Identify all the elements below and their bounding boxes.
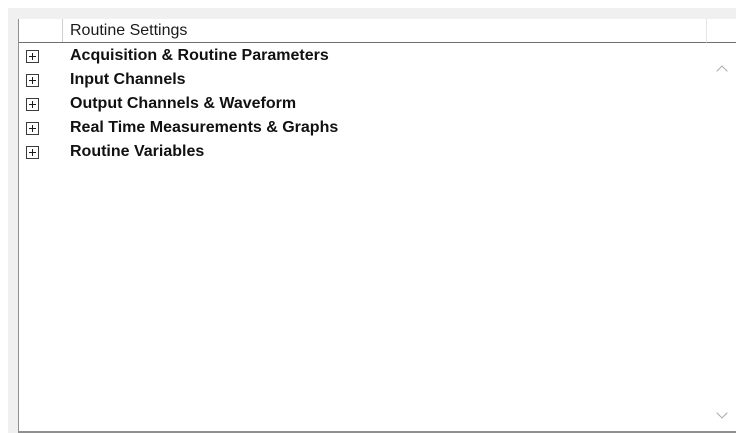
tree-item-label: Output Channels & Waveform [70,95,297,112]
tree-item-label: Input Channels [70,71,186,88]
settings-tree: Acquisition & Routine Parameters Input C… [19,45,706,165]
expand-plus-icon[interactable] [26,74,39,87]
scroll-up-button[interactable] [706,57,736,81]
tree-item-label: Acquisition & Routine Parameters [70,47,329,64]
vertical-scrollbar[interactable] [706,43,736,431]
expand-plus-icon[interactable] [26,98,39,111]
tree-item-routine-variables[interactable]: Routine Variables [19,141,706,165]
expand-plus-icon[interactable] [26,50,39,63]
routine-settings-tree-panel: Routine Settings Acquisition & Routine P… [18,19,736,433]
tree-item-label: Real Time Measurements & Graphs [70,119,339,136]
tree-item-real-time-measurements-graphs[interactable]: Real Time Measurements & Graphs [19,117,706,141]
header-expander-column [19,19,63,42]
expand-plus-icon[interactable] [26,122,39,135]
chevron-down-icon [715,407,728,419]
chevron-up-icon [715,65,728,77]
header-title: Routine Settings [70,22,188,39]
routine-settings-frame: Routine Settings Acquisition & Routine P… [8,8,736,433]
tree-item-label: Routine Variables [70,143,205,160]
tree-item-output-channels-waveform[interactable]: Output Channels & Waveform [19,93,706,117]
header-scroll-corner [706,19,736,43]
tree-header: Routine Settings [19,19,706,43]
expand-plus-icon[interactable] [26,146,39,159]
tree-item-acquisition-routine-parameters[interactable]: Acquisition & Routine Parameters [19,45,706,69]
tree-item-input-channels[interactable]: Input Channels [19,69,706,93]
scroll-down-button[interactable] [706,401,736,425]
